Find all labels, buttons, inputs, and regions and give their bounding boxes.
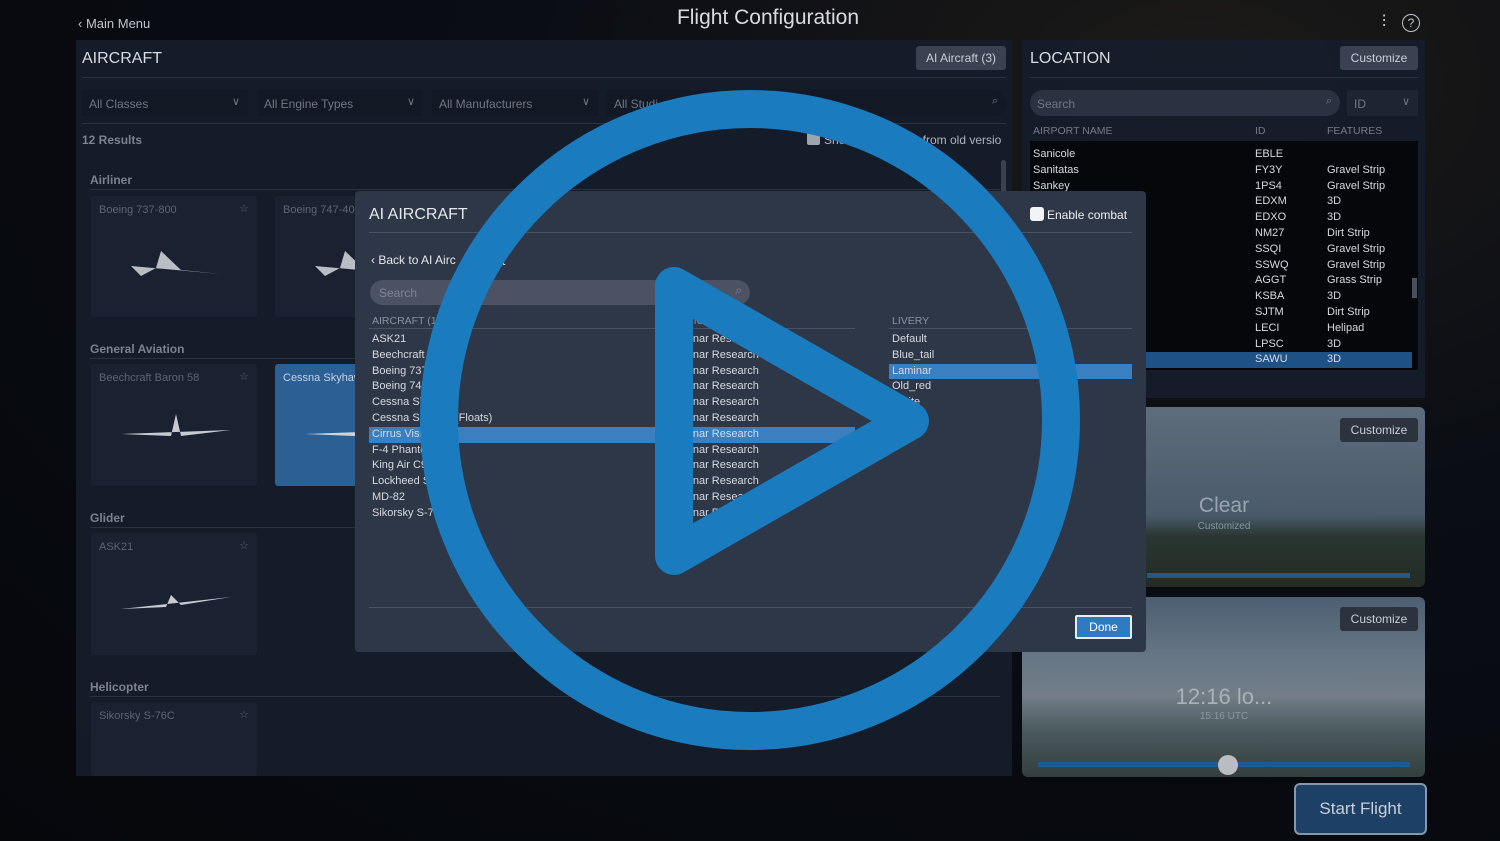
play-video-icon[interactable] xyxy=(0,0,1500,841)
play-circle[interactable] xyxy=(420,90,1080,750)
play-triangle[interactable] xyxy=(655,267,929,575)
